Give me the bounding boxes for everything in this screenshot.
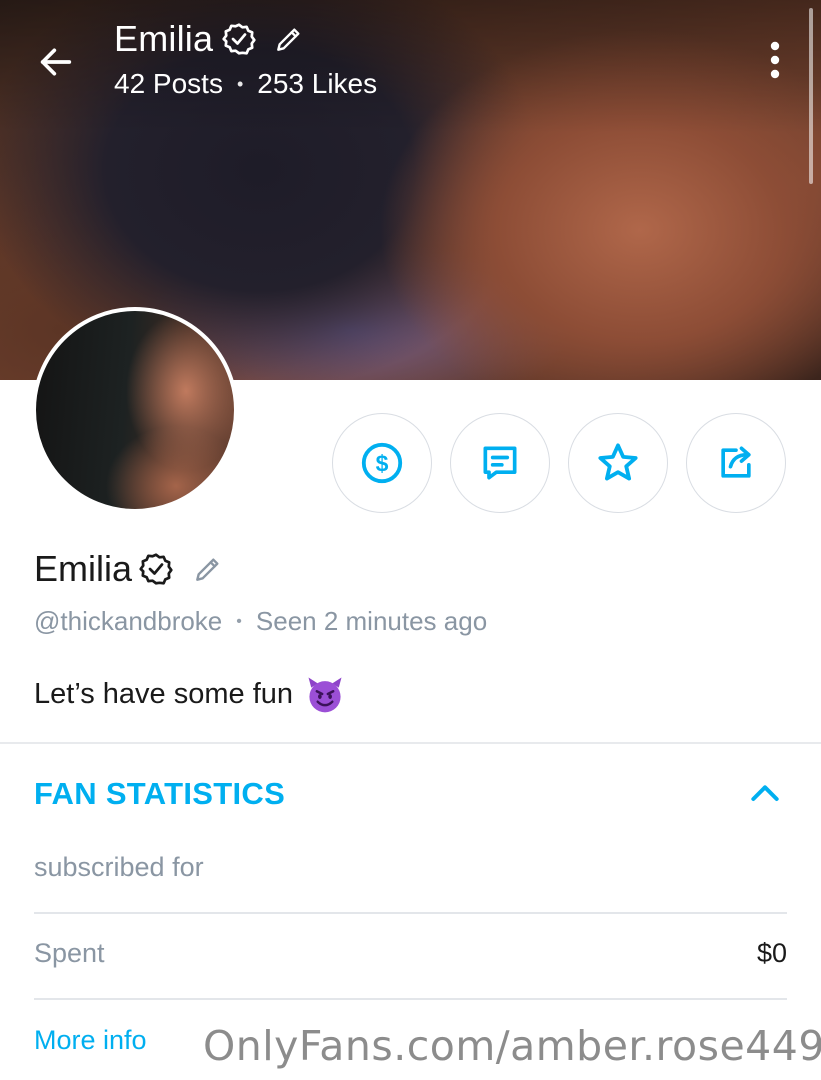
more-info-link[interactable]: More info (34, 1025, 147, 1056)
dollar-circle-icon: $ (361, 442, 403, 484)
subscribed-for-label: subscribed for (34, 852, 204, 882)
chevron-up-icon[interactable] (745, 774, 785, 814)
header-name-row: Emilia (114, 18, 305, 60)
posts-count: 42 Posts (114, 68, 223, 99)
smiling-devil-emoji-icon (308, 677, 342, 713)
profile-bio: Let’s have some fun (34, 672, 347, 716)
profile-handle: @thickandbroke (34, 606, 223, 636)
message-button[interactable] (450, 413, 550, 513)
fan-statistics-title: FAN STATISTICS (34, 776, 286, 811)
back-button[interactable] (32, 38, 80, 86)
last-seen: Seen 2 minutes ago (255, 606, 488, 636)
meta-separator: • (236, 612, 242, 630)
spent-row: Spent $0 (34, 938, 787, 969)
stats-row-divider (34, 912, 787, 914)
profile-name-row: Emilia (34, 548, 224, 590)
spent-value: $0 (756, 938, 787, 968)
svg-text:$: $ (376, 450, 389, 476)
verified-badge-icon (222, 23, 256, 55)
more-vertical-icon (770, 41, 780, 79)
more-options-button[interactable] (757, 36, 793, 84)
profile-name: Emilia (34, 548, 133, 589)
avatar[interactable] (32, 307, 238, 513)
watermark: OnlyFans.com/amber.rose4493 (203, 1022, 821, 1070)
verified-badge-icon (139, 553, 173, 585)
header-stats: 42 Posts • 253 Likes (114, 68, 377, 100)
star-icon (598, 443, 638, 481)
fan-statistics-header[interactable]: FAN STATISTICS (34, 774, 787, 814)
edit-pencil-icon[interactable] (192, 553, 224, 585)
profile-actions: $ (332, 413, 786, 513)
stats-row-divider (34, 998, 787, 1000)
bio-text: Let’s have some fun (34, 677, 294, 710)
header-name: Emilia (114, 18, 214, 59)
likes-count: 253 Likes (257, 68, 378, 99)
tip-button[interactable]: $ (332, 413, 432, 513)
section-divider (0, 742, 821, 744)
edit-pencil-icon[interactable] (273, 23, 305, 55)
profile-meta: @thickandbroke • Seen 2 minutes ago (34, 606, 487, 637)
spent-label: Spent (34, 938, 105, 968)
top-bar: Emilia 42 Posts • 253 Likes (0, 0, 821, 120)
message-icon (483, 446, 517, 480)
arrow-left-icon (40, 48, 72, 76)
stats-separator: • (236, 73, 244, 94)
favorite-button[interactable] (568, 413, 668, 513)
share-button[interactable] (686, 413, 786, 513)
share-icon (721, 446, 751, 478)
